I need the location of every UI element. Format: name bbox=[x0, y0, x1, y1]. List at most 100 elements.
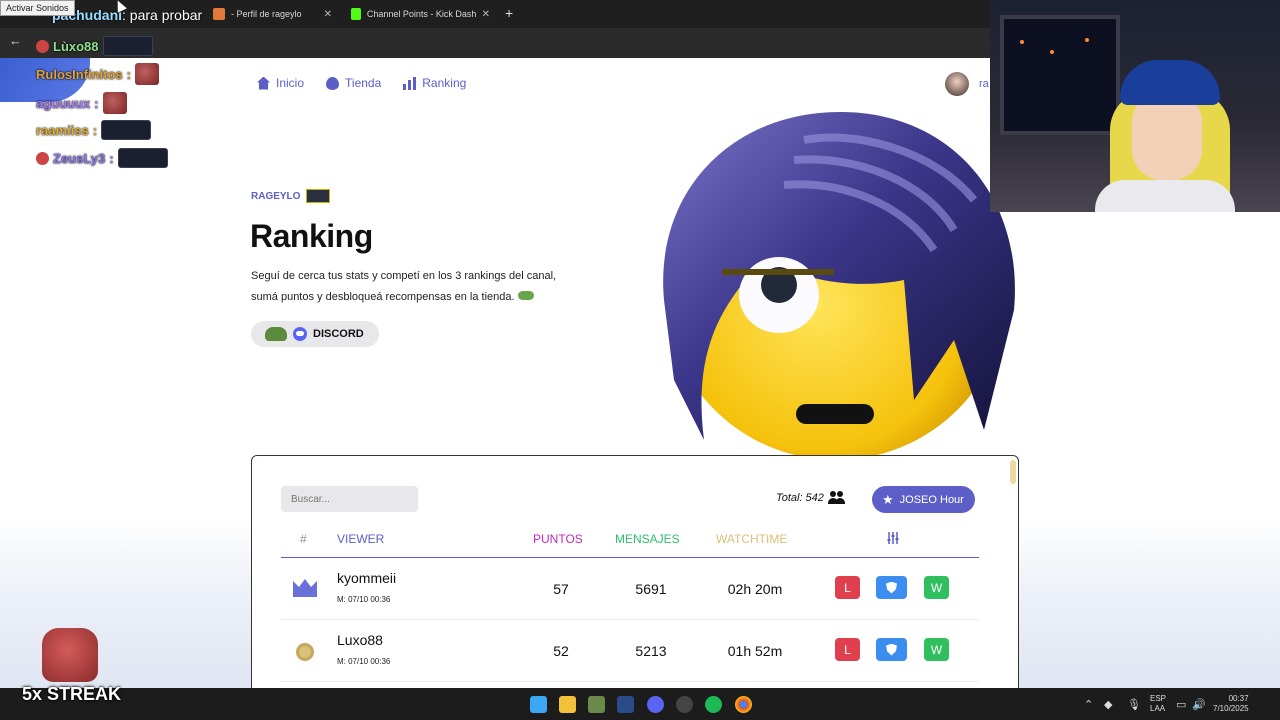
page-description-text: Seguí de cerca tus stats y competí en lo… bbox=[251, 270, 557, 303]
channel-name: RAGEYLO bbox=[251, 190, 301, 202]
cell-mensajes: 5213 bbox=[635, 643, 667, 659]
chat-emote bbox=[117, 148, 168, 168]
language-indicator[interactable]: ESP LAA bbox=[1150, 694, 1166, 714]
tab-channel-points[interactable]: Channel Points - Kick Dashboard ✕ bbox=[343, 3, 498, 25]
site-nav: Inicio Tienda Ranking bbox=[257, 76, 466, 90]
webcam-overlay bbox=[990, 0, 1280, 212]
new-tab-button[interactable]: + bbox=[505, 5, 513, 21]
user-name[interactable]: ra bbox=[979, 78, 989, 90]
nav-item-inicio[interactable]: Inicio bbox=[257, 76, 304, 90]
nav-label: Inicio bbox=[276, 76, 305, 90]
frog-emote-icon bbox=[517, 291, 534, 300]
joseo-hour-button[interactable]: ★ JOSEO Hour bbox=[872, 486, 975, 513]
shield-button[interactable] bbox=[876, 576, 907, 599]
page-title: Ranking bbox=[250, 218, 373, 254]
channel-emote-icon bbox=[306, 189, 331, 203]
chat-emote bbox=[135, 63, 160, 85]
user-avatar[interactable] bbox=[945, 72, 969, 96]
chat-line: aguuuux: bbox=[36, 92, 127, 114]
tray-app-icon[interactable]: ◆ bbox=[1104, 698, 1112, 711]
column-mensajes[interactable]: MENSAJES bbox=[615, 532, 680, 546]
close-tab-icon[interactable]: ✕ bbox=[482, 9, 490, 20]
column-watchtime[interactable]: WATCHTIME bbox=[716, 532, 787, 546]
channel-eyebrow: RAGEYLO bbox=[251, 189, 331, 203]
webcam-light bbox=[1050, 50, 1054, 54]
chat-emote bbox=[102, 92, 127, 114]
chat-user: aguuuux bbox=[36, 95, 91, 111]
minecraft-icon[interactable] bbox=[588, 696, 605, 713]
cell-puntos: 57 bbox=[553, 581, 569, 597]
crown-icon bbox=[293, 579, 317, 597]
discord-button[interactable]: DISCORD bbox=[251, 321, 379, 347]
ranking-favicon-icon bbox=[213, 8, 225, 20]
viewer-name[interactable]: kyommeii bbox=[337, 570, 396, 586]
w-button[interactable]: W bbox=[924, 576, 949, 599]
viewer-name[interactable]: Luxo88 bbox=[337, 632, 383, 648]
streak-label: 5x STREAK bbox=[22, 684, 122, 704]
nav-item-ranking[interactable]: Ranking bbox=[403, 76, 466, 90]
chat-emote bbox=[101, 120, 152, 140]
filter-sliders-icon[interactable] bbox=[887, 532, 899, 547]
webcam-background-window bbox=[1000, 15, 1120, 135]
language-layout: LAA bbox=[1150, 704, 1166, 713]
chat-line: ZeusLy3: bbox=[36, 148, 168, 168]
obs-icon[interactable] bbox=[676, 696, 693, 713]
joseo-label: JOSEO Hour bbox=[899, 493, 964, 506]
search-input[interactable] bbox=[281, 486, 418, 512]
discord-taskbar-icon[interactable] bbox=[647, 696, 664, 713]
emo-emoji-illustration bbox=[663, 111, 1015, 460]
shield-button[interactable] bbox=[876, 638, 907, 661]
ranking-table-card: Total: 542 ★ JOSEO Hour # VIEWER PUNTOS … bbox=[251, 455, 1019, 695]
tab-title: - Perfil de rageylo bbox=[231, 9, 302, 19]
chat-line: RulosInfinitos: bbox=[36, 63, 160, 85]
clock-time: 00:37 bbox=[1228, 694, 1249, 703]
column-puntos[interactable]: PUNTOS bbox=[533, 532, 583, 546]
chat-user: ZeusLy3 bbox=[53, 150, 106, 166]
pepe-emote-icon bbox=[265, 327, 287, 341]
tray-chevron-up-icon[interactable]: ⌃ bbox=[1084, 698, 1093, 711]
viewer-date: M: 07/10 00:36 bbox=[337, 595, 391, 604]
webcam-person-face bbox=[1132, 92, 1202, 180]
tab-title: Channel Points - Kick Dashboard bbox=[366, 9, 476, 19]
card-scrollbar[interactable] bbox=[1010, 460, 1016, 484]
clock-date: 7/10/2025 bbox=[1213, 704, 1249, 713]
l-button[interactable]: L bbox=[835, 638, 860, 661]
file-explorer-icon[interactable] bbox=[559, 696, 576, 713]
streak-emote bbox=[42, 628, 98, 682]
shield-icon bbox=[886, 581, 897, 594]
chat-separator: : bbox=[94, 95, 99, 111]
bar-chart-icon bbox=[403, 76, 417, 90]
close-tab-icon[interactable]: ✕ bbox=[324, 9, 332, 20]
cell-mensajes: 5691 bbox=[635, 581, 667, 597]
nav-label: Ranking bbox=[422, 76, 467, 90]
volume-icon[interactable]: 🔊 bbox=[1192, 698, 1206, 711]
webcam-person-shirt bbox=[1095, 180, 1235, 212]
column-viewer[interactable]: VIEWER bbox=[337, 532, 384, 546]
chat-line: raamiiss: bbox=[36, 120, 152, 140]
column-rank: # bbox=[300, 532, 307, 546]
clock[interactable]: 00:37 7/10/2025 bbox=[1213, 694, 1249, 714]
network-icon[interactable]: ▭ bbox=[1176, 698, 1186, 711]
activate-sound-badge[interactable]: Activar Sonidos bbox=[0, 0, 75, 16]
l-button[interactable]: L bbox=[835, 576, 860, 599]
table-row: kyommeii M: 07/10 00:36 57 5691 02h 20m … bbox=[281, 558, 979, 620]
tab-perfil-rageylo[interactable]: - Perfil de rageylo ✕ bbox=[205, 3, 340, 25]
cell-puntos: 52 bbox=[553, 643, 569, 659]
microphone-icon[interactable]: 🎙 bbox=[1127, 698, 1141, 711]
nav-item-tienda[interactable]: Tienda bbox=[326, 76, 381, 90]
webcam-light bbox=[1085, 38, 1089, 42]
webcam-light bbox=[1020, 40, 1024, 44]
steam-icon[interactable] bbox=[617, 696, 634, 713]
chat-user: raamiiss bbox=[36, 122, 89, 138]
kick-favicon-icon bbox=[351, 8, 361, 20]
chrome-icon[interactable] bbox=[735, 696, 752, 713]
table-row: Luxo88 M: 07/10 00:36 52 5213 01h 52m L … bbox=[281, 620, 979, 682]
w-button[interactable]: W bbox=[924, 638, 949, 661]
spotify-icon[interactable] bbox=[705, 696, 722, 713]
back-icon[interactable]: ← bbox=[9, 33, 22, 48]
nav-label: Tienda bbox=[345, 76, 382, 90]
chat-message-text: : para probar bbox=[122, 7, 203, 23]
windows-start-icon[interactable] bbox=[530, 696, 547, 713]
chat-separator: : bbox=[92, 122, 98, 138]
discord-label: DISCORD bbox=[313, 328, 364, 340]
